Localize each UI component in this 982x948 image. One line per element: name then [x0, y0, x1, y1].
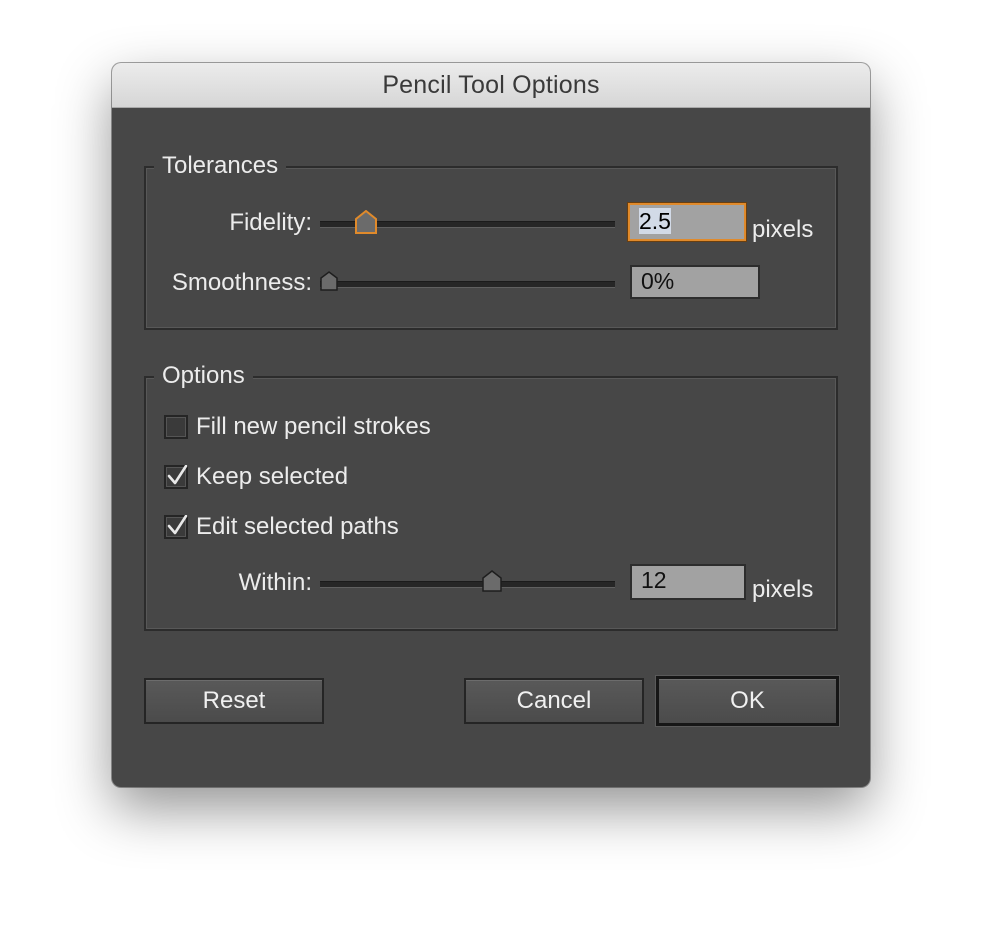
tolerances-group: Tolerances	[144, 152, 838, 330]
fidelity-unit: pixels	[752, 216, 814, 243]
tolerances-legend: Tolerances	[154, 152, 287, 180]
ok-button-label: OK	[730, 687, 765, 714]
ok-button[interactable]: OK	[656, 676, 839, 726]
options-legend: Options	[154, 362, 253, 390]
fidelity-slider-thumb[interactable]	[355, 209, 378, 234]
checkmark-icon	[167, 465, 188, 485]
keep-selected-checkbox[interactable]	[164, 465, 188, 489]
title-bar[interactable]: Pencil Tool Options	[112, 63, 870, 108]
smoothness-slider-thumb[interactable]	[320, 271, 338, 291]
fidelity-value: 2.5	[639, 208, 671, 234]
pentagon-slider-thumb-icon	[482, 570, 502, 592]
checkmark-icon	[167, 515, 188, 535]
smoothness-value: 0%	[641, 268, 675, 294]
reset-button[interactable]: Reset	[144, 678, 324, 724]
edit-selected-paths-checkbox[interactable]	[164, 515, 188, 539]
dialog-title: Pencil Tool Options	[382, 70, 600, 99]
smoothness-label: Smoothness:	[171, 269, 312, 296]
reset-button-label: Reset	[202, 687, 266, 714]
within-unit: pixels	[752, 576, 814, 603]
fidelity-input[interactable]: 2.5	[628, 203, 746, 241]
within-slider-thumb[interactable]	[482, 570, 502, 592]
pentagon-slider-thumb-icon	[355, 209, 378, 234]
within-slider-track[interactable]	[320, 581, 615, 588]
cancel-button[interactable]: Cancel	[464, 678, 644, 724]
fill-new-strokes-label[interactable]: Fill new pencil strokes	[196, 413, 431, 441]
smoothness-slider-track[interactable]	[320, 281, 615, 288]
within-label: Within:	[238, 569, 312, 596]
within-value: 12	[641, 567, 667, 593]
within-input[interactable]: 12	[630, 564, 746, 600]
pentagon-slider-thumb-icon	[320, 271, 338, 291]
smoothness-input[interactable]: 0%	[630, 265, 760, 299]
fidelity-label: Fidelity:	[229, 209, 312, 236]
keep-selected-label[interactable]: Keep selected	[196, 463, 348, 491]
cancel-button-label: Cancel	[516, 687, 592, 714]
pencil-tool-options-dialog: Pencil Tool Options Tolerances Fidelity:…	[112, 63, 870, 787]
fill-new-strokes-checkbox[interactable]	[164, 415, 188, 439]
edit-selected-paths-label[interactable]: Edit selected paths	[196, 513, 399, 541]
